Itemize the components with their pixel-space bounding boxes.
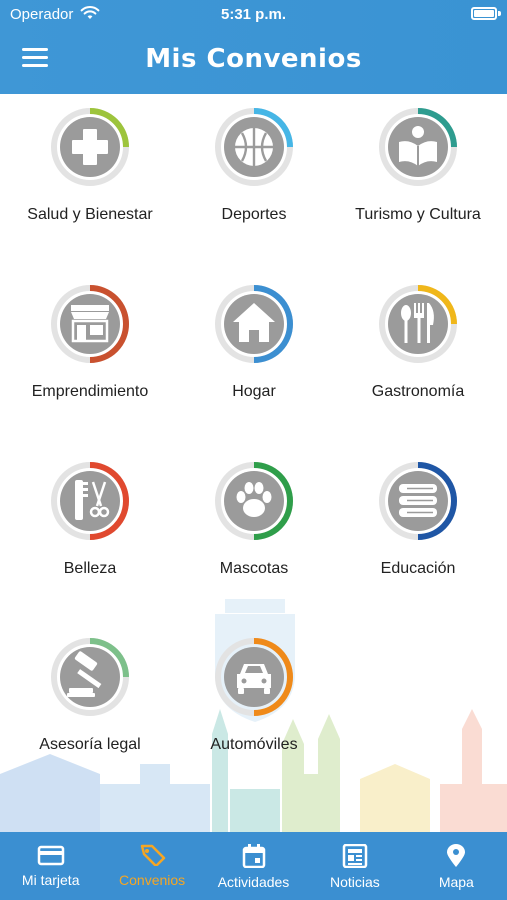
category-asesoria-legal[interactable]: Asesoría legal [5, 636, 175, 754]
category-label: Asesoría legal [39, 736, 141, 753]
category-emprendimiento[interactable]: Emprendimiento [5, 283, 175, 401]
category-label: Emprendimiento [31, 383, 149, 400]
category-label: Educación [380, 560, 456, 577]
category-label: Hogar [232, 383, 276, 400]
tag-icon [140, 844, 166, 866]
comb-scissors-icon [51, 462, 129, 540]
category-label: Automóviles [210, 736, 298, 753]
books-stack-icon [379, 462, 457, 540]
card-icon [37, 845, 64, 866]
category-mascotas[interactable]: Mascotas [169, 460, 339, 578]
status-bar: Operador 5:31 p.m. [0, 0, 507, 28]
tab-mi-tarjeta[interactable]: Mi tarjeta [0, 832, 101, 900]
cross-icon [51, 108, 129, 186]
tab-mapa[interactable]: Mapa [406, 832, 507, 900]
cutlery-icon [379, 285, 457, 363]
category-belleza[interactable]: Belleza [5, 460, 175, 578]
category-hogar[interactable]: Hogar [169, 283, 339, 401]
category-label: Mascotas [219, 560, 289, 577]
bottom-tab-bar: Mi tarjeta Convenios Actividades Noticia… [0, 832, 507, 900]
paw-icon [215, 462, 293, 540]
newspaper-icon [342, 844, 368, 868]
app-header: Operador 5:31 p.m. Mis Convenios [0, 0, 507, 94]
category-label: Deportes [221, 206, 287, 223]
tab-label: Actividades [217, 874, 290, 890]
house-icon [215, 285, 293, 363]
car-icon [215, 638, 293, 716]
category-deportes[interactable]: Deportes [169, 106, 339, 224]
category-gastronomia[interactable]: Gastronomía [333, 283, 503, 401]
tab-convenios[interactable]: Convenios [101, 832, 202, 900]
category-turismo-y-cultura[interactable]: Turismo y Cultura [333, 106, 503, 224]
category-label: Turismo y Cultura [355, 206, 481, 223]
categories-grid: Salud y Bienestar Deportes Turismo y Cul… [0, 94, 507, 834]
category-label: Gastronomía [371, 383, 465, 400]
basketball-icon [215, 108, 293, 186]
tab-label: Convenios [119, 872, 186, 888]
gavel-icon [51, 638, 129, 716]
category-salud-y-bienestar[interactable]: Salud y Bienestar [5, 106, 175, 224]
status-time: 5:31 p.m. [220, 6, 287, 23]
calendar-icon [242, 844, 265, 868]
battery-tip [498, 11, 501, 16]
category-label: Salud y Bienestar [27, 206, 153, 223]
tab-label: Noticias [330, 874, 380, 890]
book-reader-icon [379, 108, 457, 186]
category-educacion[interactable]: Educación [333, 460, 503, 578]
tab-actividades[interactable]: Actividades [203, 832, 304, 900]
map-pin-icon [447, 844, 466, 867]
battery-icon [471, 7, 497, 20]
tab-noticias[interactable]: Noticias [304, 832, 405, 900]
tab-label: Mi tarjeta [21, 872, 80, 888]
storefront-icon [51, 285, 129, 363]
page-title: Mis Convenios [145, 44, 362, 74]
category-automoviles[interactable]: Automóviles [169, 636, 339, 754]
tab-label: Mapa [438, 874, 474, 890]
category-label: Belleza [63, 560, 117, 577]
